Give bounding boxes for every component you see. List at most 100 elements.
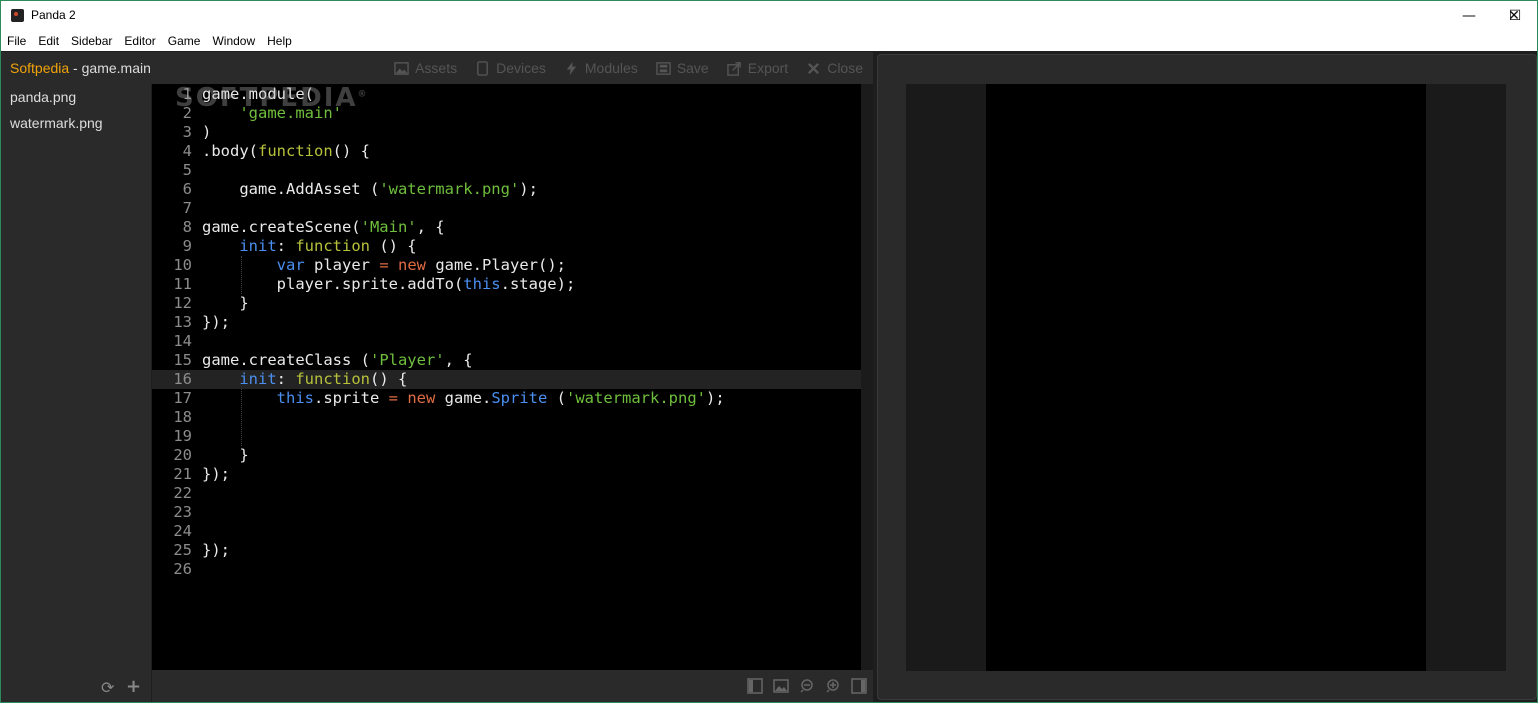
document-title: Softpedia - game.main bbox=[10, 60, 151, 76]
menu-edit[interactable]: Edit bbox=[32, 31, 65, 51]
line-number: 7 bbox=[182, 199, 192, 217]
toggle-sidebar-icon[interactable] bbox=[747, 678, 763, 694]
code-line[interactable]: 14 bbox=[152, 332, 861, 351]
close-icon: ✕ bbox=[1508, 8, 1520, 24]
line-number: 14 bbox=[173, 332, 192, 350]
code-text: } bbox=[202, 446, 249, 464]
code-line[interactable]: 17 this.sprite = new game.Sprite ('water… bbox=[152, 389, 861, 408]
save-button[interactable]: Save bbox=[656, 60, 709, 76]
code-line[interactable]: 16 init: function() { bbox=[152, 370, 861, 389]
line-number: 1 bbox=[182, 85, 192, 103]
zoom-out-icon[interactable] bbox=[799, 678, 815, 694]
code-line[interactable]: 11 player.sprite.addTo(this.stage); bbox=[152, 275, 861, 294]
sidebar-file-watermark[interactable]: watermark.png bbox=[1, 110, 151, 136]
code-line[interactable]: 5 bbox=[152, 161, 861, 180]
editor-scrollbar[interactable] bbox=[861, 84, 873, 670]
sidebar-file-panda[interactable]: panda.png bbox=[1, 84, 151, 110]
code-text: game.createScene('Main', { bbox=[202, 218, 445, 236]
close-window-button[interactable]: ✕ bbox=[1491, 1, 1537, 31]
code-line[interactable]: 7 bbox=[152, 199, 861, 218]
devices-label: Devices bbox=[496, 60, 546, 76]
title-bar[interactable]: Panda 2 — ☐ ✕ bbox=[1, 1, 1537, 31]
code-text: 'game.main' bbox=[239, 104, 342, 122]
code-text: game.createClass ('Player', { bbox=[202, 351, 473, 369]
close-label: Close bbox=[827, 60, 863, 76]
code-text: var player = new game.Player(); bbox=[276, 256, 566, 274]
add-icon[interactable]: + bbox=[126, 676, 141, 697]
line-number: 10 bbox=[173, 256, 192, 274]
menu-game[interactable]: Game bbox=[162, 31, 207, 51]
modules-label: Modules bbox=[584, 60, 638, 76]
code-line[interactable]: 23 bbox=[152, 503, 861, 522]
menu-editor[interactable]: Editor bbox=[118, 31, 161, 51]
menu-help[interactable]: Help bbox=[261, 31, 298, 51]
code-line[interactable]: 4 .body(function() { bbox=[152, 142, 861, 161]
menu-file[interactable]: File bbox=[1, 31, 32, 51]
bolt-icon bbox=[566, 61, 577, 75]
line-number: 8 bbox=[182, 218, 192, 236]
code-line[interactable]: 10 var player = new game.Player(); bbox=[152, 256, 861, 275]
menu-window[interactable]: Window bbox=[206, 31, 261, 51]
line-number: 9 bbox=[182, 237, 192, 255]
save-icon bbox=[656, 61, 671, 75]
code-line[interactable]: 13}); bbox=[152, 313, 861, 332]
code-line[interactable]: 18 bbox=[152, 408, 861, 427]
window-title: Panda 2 bbox=[31, 8, 76, 22]
code-line[interactable]: 22 bbox=[152, 484, 861, 503]
line-number: 25 bbox=[173, 541, 192, 559]
code-editor[interactable]: 1 game.module(2 'game.main' 3) 4 .body(funct… bbox=[152, 84, 861, 670]
line-number: 6 bbox=[182, 180, 192, 198]
code-line[interactable]: 12 } bbox=[152, 294, 861, 313]
line-number: 5 bbox=[182, 161, 192, 179]
menu-bar: File Edit Sidebar Editor Game Window Hel… bbox=[1, 31, 1537, 51]
line-number: 4 bbox=[182, 142, 192, 160]
indent-guide bbox=[241, 256, 242, 294]
image-view-icon[interactable] bbox=[773, 678, 789, 694]
minimize-button[interactable]: — bbox=[1446, 1, 1492, 31]
editor-toolbar: Softpedia - game.main Assets Devices Mod… bbox=[1, 52, 873, 84]
code-line[interactable]: 25}); bbox=[152, 541, 861, 560]
modules-button[interactable]: Modules bbox=[564, 60, 638, 76]
code-line[interactable]: 6 game.AddAsset ('watermark.png'); bbox=[152, 180, 861, 199]
assets-button[interactable]: Assets bbox=[394, 60, 457, 76]
export-icon bbox=[726, 61, 741, 76]
code-line[interactable]: 9 init: function () { bbox=[152, 237, 861, 256]
devices-button[interactable]: Devices bbox=[475, 60, 546, 76]
export-label: Export bbox=[747, 60, 789, 76]
code-line[interactable]: 1 game.module( bbox=[152, 85, 861, 104]
panda-app-icon bbox=[11, 9, 24, 22]
code-line[interactable]: 19 bbox=[152, 427, 861, 446]
device-icon bbox=[477, 60, 488, 76]
code-line[interactable]: 24 bbox=[152, 522, 861, 541]
line-number: 13 bbox=[173, 313, 192, 331]
toggle-preview-icon[interactable] bbox=[851, 678, 867, 694]
code-line[interactable]: 3) bbox=[152, 123, 861, 142]
code-line[interactable]: 15 game.createClass ('Player', { bbox=[152, 351, 861, 370]
code-text: game.AddAsset ('watermark.png'); bbox=[202, 180, 538, 198]
indent-guide bbox=[241, 389, 242, 446]
close-button[interactable]: Close bbox=[806, 60, 863, 76]
line-number: 19 bbox=[173, 427, 192, 445]
export-button[interactable]: Export bbox=[726, 60, 789, 76]
game-canvas[interactable] bbox=[986, 84, 1426, 671]
save-label: Save bbox=[676, 60, 709, 76]
project-name: Softpedia bbox=[10, 60, 70, 76]
code-line[interactable]: 21}); bbox=[152, 465, 861, 484]
device-frame bbox=[906, 84, 1506, 671]
zoom-in-icon[interactable] bbox=[825, 678, 841, 694]
code-line[interactable]: 8 game.createScene('Main', { bbox=[152, 218, 861, 237]
refresh-icon[interactable]: ⟳ bbox=[101, 678, 114, 697]
code-line[interactable]: 26 bbox=[152, 560, 861, 579]
code-line[interactable]: 20 } bbox=[152, 446, 861, 465]
code-text: game.module( bbox=[202, 85, 314, 103]
editor-statusbar bbox=[152, 670, 873, 702]
line-number: 18 bbox=[173, 408, 192, 426]
line-number: 23 bbox=[173, 503, 192, 521]
line-number: 24 bbox=[173, 522, 192, 540]
menu-sidebar[interactable]: Sidebar bbox=[65, 31, 118, 51]
code-text: .body(function() { bbox=[202, 142, 370, 160]
line-number: 2 bbox=[182, 104, 192, 122]
code-line[interactable]: 2 'game.main' bbox=[152, 104, 861, 123]
line-number: 15 bbox=[173, 351, 192, 369]
sidebar: panda.png watermark.png bbox=[1, 84, 151, 670]
